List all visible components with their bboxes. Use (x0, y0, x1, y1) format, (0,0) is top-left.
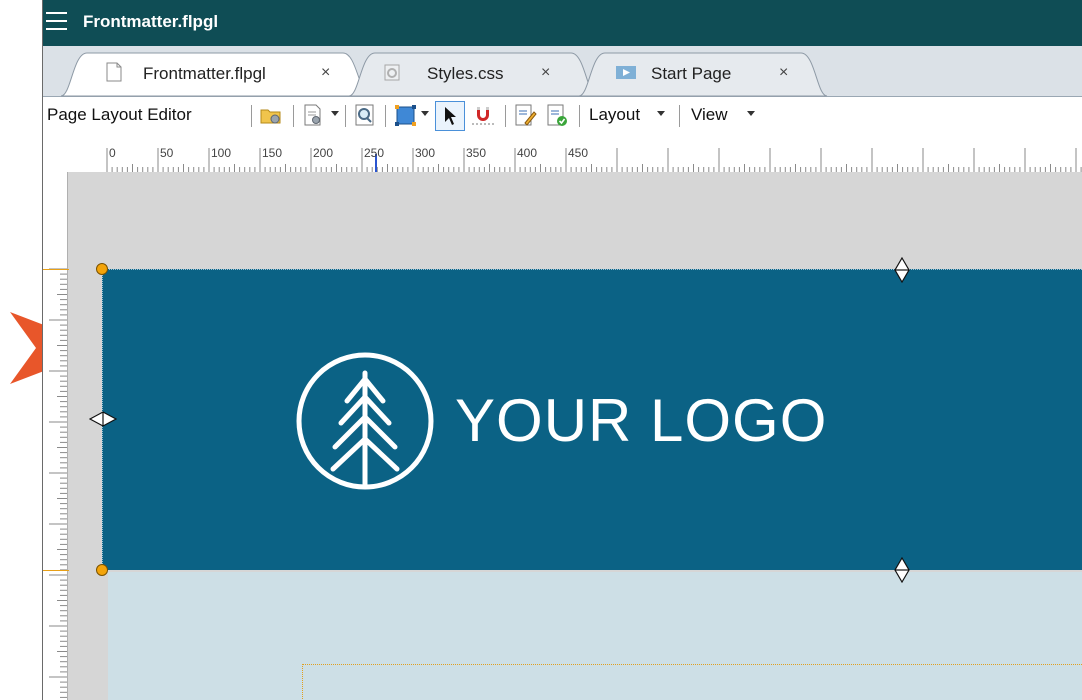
edit-page-icon[interactable] (513, 103, 537, 127)
logo-text: YOUR LOGO (455, 387, 828, 454)
layout-menu[interactable]: Layout (585, 97, 675, 134)
ruler-label: 450 (568, 146, 589, 160)
resize-handle-top-icon[interactable] (893, 257, 911, 283)
view-menu[interactable]: View (685, 97, 765, 134)
editor-window: Frontmatter.flpgl Frontmatter.flpgl × St… (42, 0, 1082, 700)
page-properties-icon[interactable] (301, 103, 325, 127)
view-menu-label: View (691, 105, 728, 124)
page-properties-dropdown[interactable] (331, 111, 339, 116)
tree-logo-icon (296, 352, 434, 490)
stylesheet-icon (384, 64, 400, 81)
tab-label: Styles.css (427, 64, 504, 83)
zoom-icon[interactable] (353, 103, 377, 127)
ruler-label: 200 (313, 146, 334, 160)
ruler-ticks (106, 148, 1082, 172)
chevron-down-icon (747, 111, 755, 116)
hamburger-menu-icon[interactable] (46, 12, 69, 33)
document-icon (106, 62, 122, 82)
editor-toolbar: Page Layout Editor Layout View (43, 97, 1082, 134)
title-bar: Frontmatter.flpgl (43, 0, 1082, 46)
toolbar-separator (679, 105, 680, 127)
open-page-icon[interactable] (259, 103, 283, 127)
insert-frame-dropdown[interactable] (421, 111, 429, 116)
horizontal-ruler[interactable]: 0 50 100 150 200 250 300 350 400 450 (43, 134, 1082, 173)
content-frame-outline[interactable] (302, 664, 1082, 700)
ruler-ticks (49, 268, 67, 698)
toolbar-separator (345, 105, 346, 127)
tab-close-button[interactable]: × (541, 63, 550, 83)
ruler-label: 350 (466, 146, 487, 160)
resize-handle-bottom-left[interactable] (96, 564, 108, 576)
ruler-label: 100 (211, 146, 232, 160)
tab-label: Start Page (651, 64, 732, 83)
tab-start-page[interactable]: Start Page × (578, 52, 828, 97)
toolbar-separator (579, 105, 580, 127)
bottom-margin-marker[interactable] (43, 570, 69, 571)
toolbar-separator (251, 105, 252, 127)
chevron-down-icon (657, 111, 665, 116)
top-margin-marker[interactable] (43, 269, 69, 270)
ruler-label: 150 (262, 146, 283, 160)
tab-bar: Frontmatter.flpgl × Styles.css × Start P… (43, 46, 1082, 97)
resize-handle-bottom-icon[interactable] (893, 557, 911, 583)
layout-menu-label: Layout (589, 105, 641, 124)
ruler-label: 50 (160, 146, 174, 160)
snap-magnet-icon[interactable] (471, 103, 495, 127)
ruler-label: 0 (109, 146, 116, 160)
toolbar-separator (505, 105, 506, 127)
toolbar-separator (385, 105, 386, 127)
resize-handle-left-icon[interactable] (89, 410, 117, 428)
approve-page-icon[interactable] (545, 103, 569, 127)
editor-label: Page Layout Editor (47, 105, 192, 124)
tab-frontmatter[interactable]: Frontmatter.flpgl × (60, 52, 372, 97)
tab-label: Frontmatter.flpgl (143, 64, 266, 83)
tab-styles[interactable]: Styles.css × (348, 52, 598, 97)
ruler-label: 400 (517, 146, 538, 160)
resize-handle-top-left[interactable] (96, 263, 108, 275)
start-page-icon (616, 66, 636, 79)
ruler-label: 300 (415, 146, 436, 160)
select-pointer-button[interactable] (435, 101, 465, 131)
document-title: Frontmatter.flpgl (83, 12, 219, 31)
tab-close-button[interactable]: × (779, 63, 788, 83)
select-pointer-icon (445, 107, 456, 125)
ruler-label: 250 (364, 146, 385, 160)
tab-close-button[interactable]: × (321, 63, 330, 83)
insert-frame-icon[interactable] (393, 103, 417, 127)
vertical-ruler[interactable] (43, 172, 68, 700)
toolbar-separator (293, 105, 294, 127)
